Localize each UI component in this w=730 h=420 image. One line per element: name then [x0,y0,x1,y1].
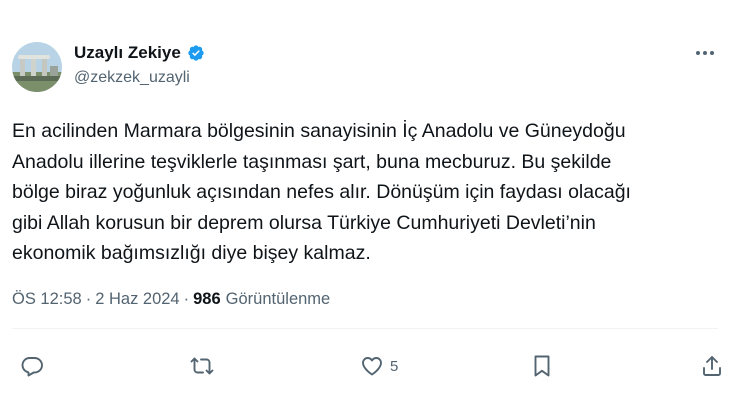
heart-icon [362,357,382,376]
more-options-icon[interactable] [694,46,716,60]
views-label[interactable]: Görüntülenme [226,290,331,309]
tweet-meta: ÖS 12:58 · 2 Haz 2024 · 986 Görüntülenme [12,290,330,309]
meta-separator: · [85,290,92,308]
retweet-icon [190,357,214,375]
retweet-button[interactable] [190,354,214,378]
verified-badge-icon [187,44,205,62]
share-icon [703,356,721,376]
like-count: 5 [390,357,399,375]
display-name[interactable]: Uzaylı Zekiye [74,43,181,63]
tweet-date[interactable]: 2 Haz 2024 [95,290,179,309]
tweet-time[interactable]: ÖS 12:58 [12,290,82,309]
like-button[interactable]: 5 [360,354,398,378]
views-count[interactable]: 986 [193,290,221,309]
reply-button[interactable] [20,354,44,378]
meta-separator: · [183,290,190,308]
bookmark-button[interactable] [530,354,554,378]
tweet-card: Uzaylı Zekiye @zekzek_uzayli En acilinde… [0,0,730,420]
avatar[interactable] [12,42,62,92]
bookmark-icon [534,355,550,377]
user-handle[interactable]: @zekzek_uzayli [74,69,190,87]
tweet-text: En acilinden Marmara bölgesinin sanayisi… [12,120,631,264]
share-button[interactable] [700,354,724,378]
divider [12,328,718,329]
reply-icon [21,357,43,377]
